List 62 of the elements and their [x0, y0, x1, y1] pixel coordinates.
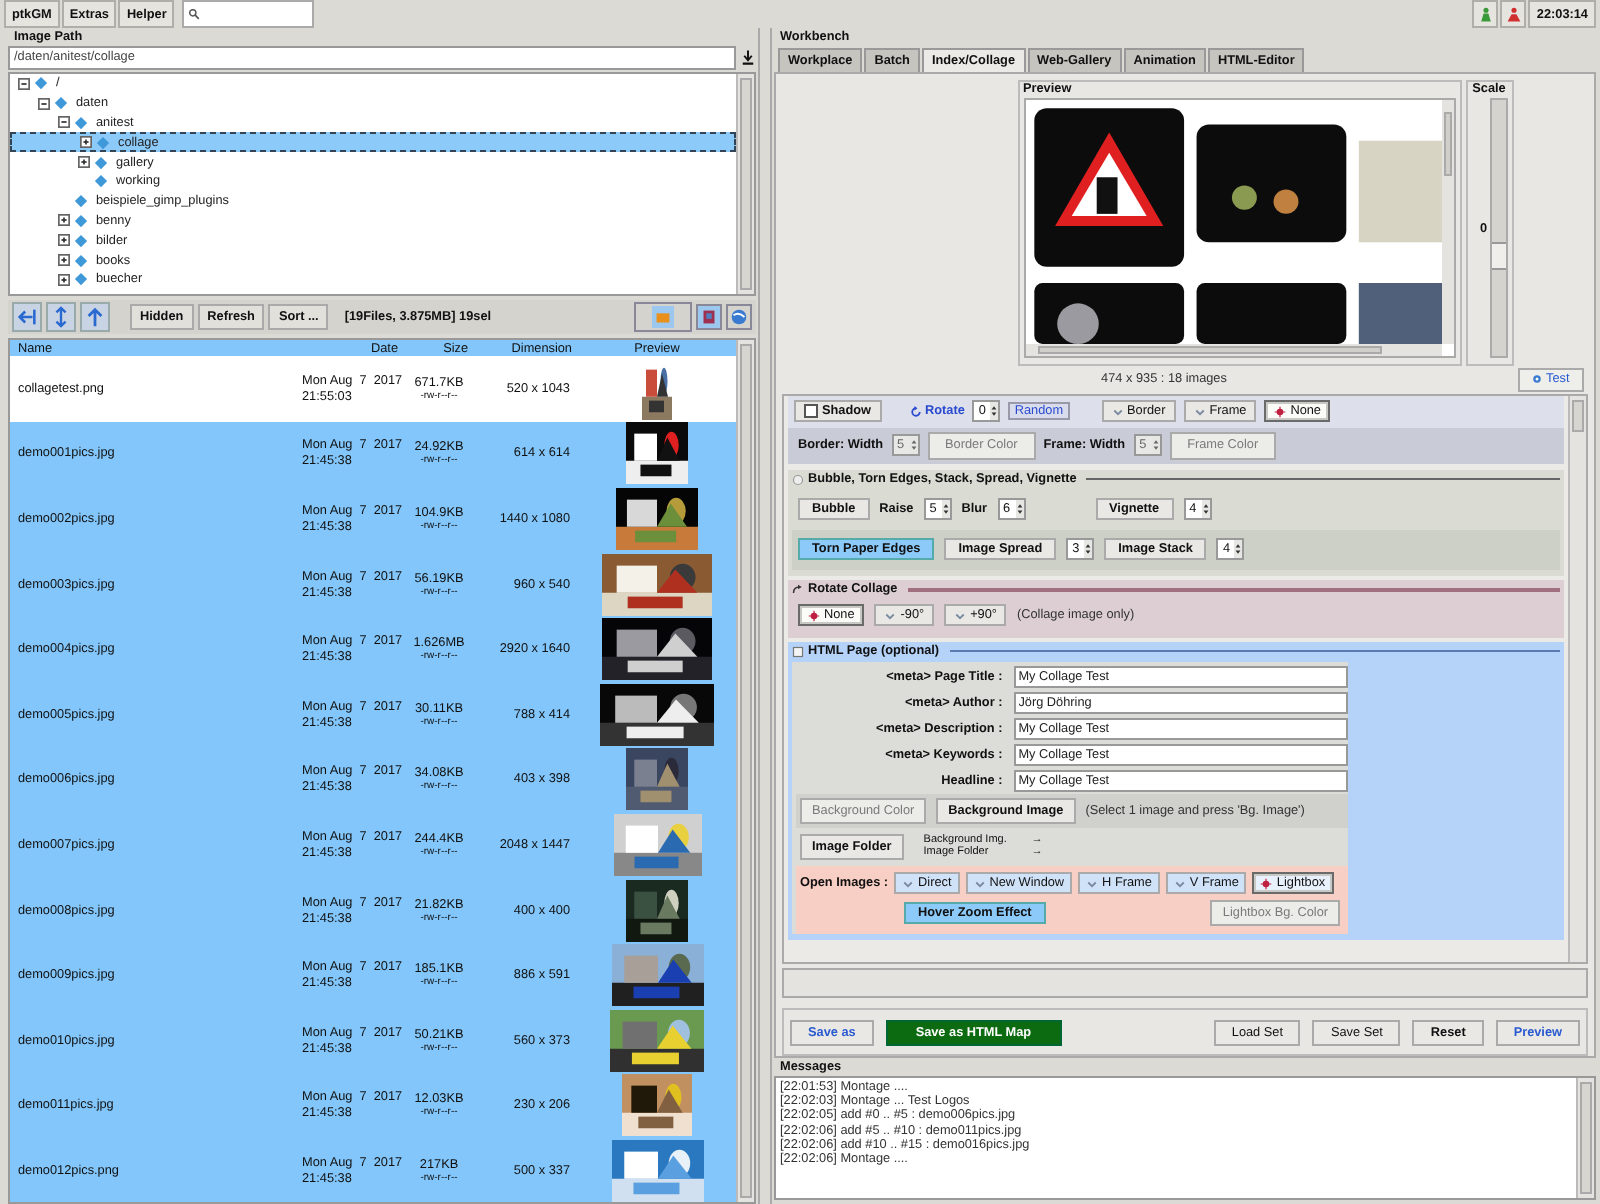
radio-indicator-icon	[1173, 877, 1186, 890]
radio-indicator-icon	[1111, 405, 1124, 418]
node-icon	[96, 135, 110, 150]
node-icon	[34, 76, 48, 91]
toolbar-button[interactable]	[1472, 0, 1499, 28]
node-icon	[74, 253, 88, 268]
radio-indicator-icon	[954, 609, 967, 622]
spinner-arrows-icon	[909, 436, 918, 455]
radio-indicator-icon	[1260, 877, 1273, 890]
node-icon	[94, 155, 108, 170]
spinner-arrows-icon	[1015, 500, 1024, 519]
expand-toggle[interactable]	[78, 156, 90, 169]
scrollbar[interactable]	[736, 340, 754, 1202]
spinner-arrows-icon	[1084, 540, 1093, 559]
rotate-icon	[909, 405, 921, 418]
expand-toggle[interactable]	[18, 77, 30, 90]
group-radio[interactable]	[792, 473, 804, 486]
node-icon	[74, 233, 88, 248]
expand-toggle[interactable]	[38, 97, 50, 110]
expand-toggle[interactable]	[58, 234, 70, 247]
spinner-arrows-icon	[1201, 500, 1210, 519]
toolbar-button[interactable]	[1500, 0, 1527, 28]
node-icon	[94, 174, 108, 189]
image-view-icon[interactable]	[696, 304, 722, 330]
expand-toggle[interactable]	[58, 116, 70, 129]
scrollbar[interactable]	[1568, 395, 1586, 963]
spinner-arrows-icon	[1151, 436, 1160, 455]
figure-icon	[1477, 5, 1494, 23]
node-icon	[74, 213, 88, 228]
swap-arrows-icon[interactable]	[46, 302, 76, 332]
scrollbar[interactable]	[1025, 344, 1441, 356]
group-checkbox[interactable]	[792, 645, 804, 658]
scrollbar[interactable]	[1576, 1078, 1594, 1198]
expand-toggle[interactable]	[80, 136, 92, 149]
radio-indicator-icon	[1193, 405, 1206, 418]
spinner-arrows-icon	[941, 500, 950, 519]
radio-indicator-icon	[808, 609, 820, 622]
expand-toggle[interactable]	[58, 273, 70, 286]
radio-indicator-icon	[973, 877, 986, 890]
globe-icon[interactable]	[726, 304, 752, 330]
node-icon	[74, 272, 88, 287]
search-field[interactable]	[182, 0, 315, 28]
download-icon[interactable]	[742, 50, 754, 66]
expand-toggle[interactable]	[58, 254, 70, 267]
slider-track[interactable]	[1489, 98, 1507, 358]
thumbnail-view-icon[interactable]	[634, 302, 692, 332]
figure-icon	[1505, 5, 1522, 23]
spinner-arrows-icon	[990, 402, 999, 421]
radio-indicator-icon	[884, 609, 897, 622]
node-icon	[74, 115, 88, 130]
expand-toggle[interactable]	[58, 214, 70, 227]
node-icon	[54, 96, 68, 111]
gear-icon	[1532, 374, 1542, 385]
node-icon	[74, 194, 88, 209]
slider-thumb[interactable]	[1491, 241, 1505, 270]
scrollbar[interactable]	[736, 74, 754, 294]
radio-indicator-icon	[1274, 405, 1287, 418]
spinner-arrows-icon	[1234, 540, 1243, 559]
rotate-icon	[792, 583, 804, 596]
search-icon	[188, 8, 201, 20]
radio-indicator-icon	[1086, 877, 1099, 890]
radio-indicator-icon	[902, 877, 915, 890]
